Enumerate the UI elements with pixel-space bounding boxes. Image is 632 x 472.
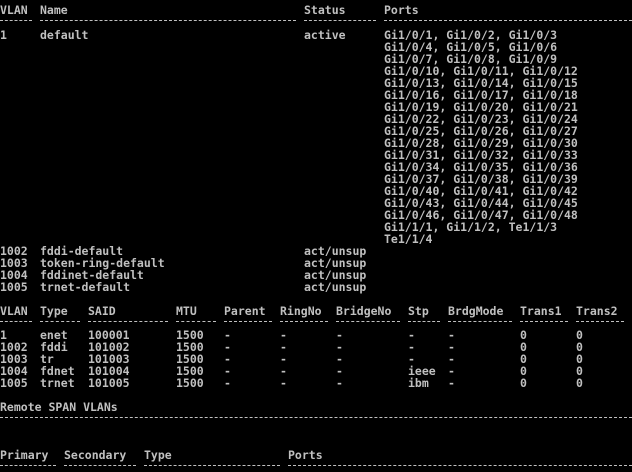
- separator-dash: [0, 417, 632, 419]
- vlan-ringno: -: [280, 376, 287, 390]
- vlan-detail-separator: [0, 313, 632, 325]
- private-vlan-separator: [0, 457, 632, 469]
- remote-span-separator: [0, 409, 632, 421]
- vlan-brief-row: 1005 trnet-default act/unsup: [0, 281, 632, 293]
- separator-dash: [304, 20, 376, 22]
- vlan-name: trnet-default: [40, 280, 131, 294]
- vlan-brief-separator: [0, 12, 632, 24]
- separator-dash: [288, 465, 632, 467]
- vlan-trans2: 0: [576, 376, 583, 390]
- separator-dash: [408, 321, 440, 323]
- terminal-window[interactable]: VLAN Name Status Ports 1 default active …: [0, 0, 632, 472]
- vlan-mtu: 1500: [176, 376, 204, 390]
- separator-dash: [64, 465, 136, 467]
- vlan-parent: -: [224, 376, 231, 390]
- separator-dash: [384, 20, 632, 22]
- separator-dash: [576, 321, 624, 323]
- separator-dash: [144, 465, 280, 467]
- separator-dash: [0, 20, 32, 22]
- separator-dash: [40, 321, 80, 323]
- ports-line: Te1/1/4: [384, 232, 433, 246]
- vlan-type: trnet: [40, 376, 75, 390]
- vlan-brdgmode: -: [448, 376, 455, 390]
- vlan-detail-row: 1005 trnet 101005 1500 - - - ibm - 0 0: [0, 377, 632, 389]
- vlan-said: 101005: [88, 376, 130, 390]
- separator-dash: [336, 321, 400, 323]
- separator-dash: [40, 20, 296, 22]
- separator-dash: [224, 321, 272, 323]
- vlan-bridgeno: -: [336, 376, 343, 390]
- separator-dash: [176, 321, 216, 323]
- vlan-trans1: 0: [520, 376, 527, 390]
- separator-dash: [520, 321, 568, 323]
- vlan-id: 1005: [0, 376, 28, 390]
- vlan-status: act/unsup: [304, 280, 367, 294]
- separator-dash: [0, 321, 32, 323]
- separator-dash: [88, 321, 168, 323]
- separator-dash: [280, 321, 328, 323]
- vlan-id: 1005: [0, 280, 28, 294]
- separator-dash: [0, 465, 56, 467]
- separator-dash: [448, 321, 512, 323]
- vlan-stp: ibm: [408, 376, 429, 390]
